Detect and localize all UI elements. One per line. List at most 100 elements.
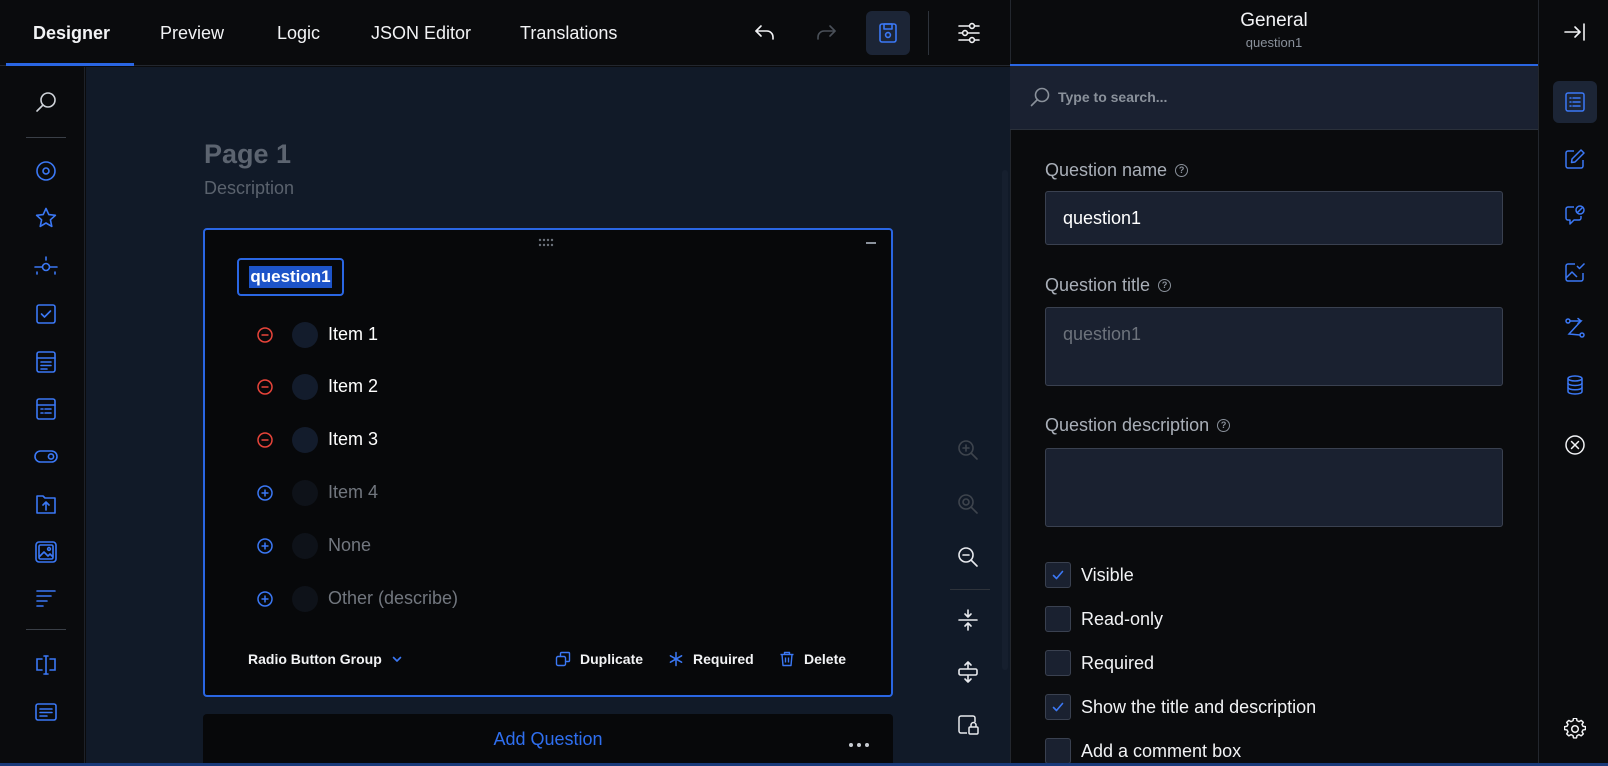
zoom-out-icon <box>958 547 978 567</box>
choice-label[interactable]: Item 1 <box>328 324 378 345</box>
question-title-field[interactable] <box>1045 307 1503 386</box>
settings-sliders-icon <box>958 22 980 44</box>
zoom-reset-icon <box>958 494 978 514</box>
toolbox-item-dropdown[interactable] <box>28 344 64 380</box>
choice-label-placeholder[interactable]: Item 4 <box>328 482 378 503</box>
checkbox-label: Show the title and description <box>1081 696 1317 717</box>
collapse-panel-button[interactable] <box>1553 11 1597 53</box>
required-button[interactable]: Required <box>668 648 754 670</box>
remove-choice-button[interactable] <box>256 431 274 449</box>
tab-choices[interactable] <box>1553 138 1597 180</box>
zoom-reset-button[interactable] <box>952 488 984 520</box>
expand-all-button[interactable] <box>952 656 984 688</box>
tab-validation[interactable] <box>1553 251 1597 293</box>
comment-conditions-icon <box>1565 205 1585 225</box>
choice-label[interactable]: Item 3 <box>328 429 378 450</box>
required-label: Required <box>693 651 754 667</box>
tab-preview[interactable]: Preview <box>160 0 224 66</box>
choice-radio <box>292 586 318 612</box>
duplicate-label: Duplicate <box>580 651 644 667</box>
tab-translations[interactable]: Translations <box>520 0 617 66</box>
toolbox-item-checkboxes[interactable] <box>28 296 64 332</box>
toolbox-item-image-picker[interactable] <box>28 534 64 570</box>
tab-clear[interactable] <box>1553 424 1597 466</box>
show-title-checkbox[interactable]: Show the title and description <box>1045 694 1316 720</box>
lock-question-button[interactable] <box>952 709 984 741</box>
zoom-in-button[interactable] <box>952 434 984 466</box>
choice-label[interactable]: Item 2 <box>328 376 378 397</box>
tab-general[interactable] <box>1553 81 1597 123</box>
toolbox-item-comment[interactable] <box>28 694 64 730</box>
tab-logic[interactable] <box>1553 307 1597 349</box>
slider-icon <box>34 256 58 275</box>
collapse-all-button[interactable] <box>952 604 984 636</box>
property-search-input[interactable] <box>1058 82 1508 112</box>
toolbox <box>6 67 85 766</box>
search-icon <box>1029 86 1051 108</box>
active-tab-indicator <box>6 63 134 66</box>
duplicate-button[interactable]: Duplicate <box>555 648 643 670</box>
delete-label: Delete <box>804 651 847 667</box>
settings-gear-button[interactable] <box>1553 708 1597 750</box>
help-icon[interactable]: ? <box>1158 279 1172 292</box>
toolbox-item-ranking[interactable] <box>28 581 64 617</box>
visible-checkbox[interactable]: Visible <box>1045 562 1134 588</box>
help-icon[interactable]: ? <box>1217 419 1231 432</box>
tab-json-editor[interactable]: JSON Editor <box>371 0 471 66</box>
question-description-field[interactable] <box>1045 448 1503 527</box>
add-choice-button[interactable] <box>256 537 274 555</box>
delete-button[interactable]: Delete <box>779 648 846 670</box>
toolbox-item-multi-select[interactable] <box>28 391 64 427</box>
add-choice-button[interactable] <box>256 484 274 502</box>
zoom-out-button[interactable] <box>952 541 984 573</box>
choice-label-placeholder[interactable]: Other (describe) <box>328 588 458 609</box>
required-checkbox[interactable]: Required <box>1045 650 1154 676</box>
tab-logic[interactable]: Logic <box>277 0 320 66</box>
question-card[interactable] <box>203 228 893 697</box>
dropdown-list-icon <box>36 351 56 373</box>
tab-designer[interactable]: Designer <box>33 0 110 66</box>
toolbox-item-rating[interactable] <box>28 200 64 236</box>
page-title[interactable]: Page 1 <box>204 139 291 170</box>
single-line-input-icon <box>36 655 56 675</box>
page-description[interactable]: Description <box>204 178 294 199</box>
remove-choice-button[interactable] <box>256 326 274 344</box>
more-options-button[interactable] <box>848 742 870 748</box>
question-name-field[interactable] <box>1045 191 1503 245</box>
radio-group-icon <box>36 161 56 181</box>
remove-choice-button[interactable] <box>256 378 274 396</box>
ranking-icon <box>36 590 56 607</box>
canvas-scrollbar[interactable] <box>1002 170 1008 670</box>
toolbox-item-radio-group[interactable] <box>28 153 64 189</box>
redo-button[interactable] <box>804 11 848 55</box>
comment-long-text-icon <box>35 703 57 721</box>
question-type-dropdown[interactable]: Radio Button Group <box>248 648 403 670</box>
read-only-checkbox[interactable]: Read-only <box>1045 606 1163 632</box>
search-icon <box>36 92 56 112</box>
question-title-editor[interactable]: question1 <box>237 258 344 296</box>
save-button[interactable] <box>866 11 910 55</box>
toolbox-search-button[interactable] <box>28 84 64 120</box>
help-icon[interactable]: ? <box>1175 164 1189 177</box>
add-question-button[interactable]: Add Question <box>203 729 893 750</box>
tab-data[interactable] <box>1553 364 1597 406</box>
question-title-label-text: Question title <box>1045 275 1151 295</box>
choice-label-placeholder[interactable]: None <box>328 535 371 556</box>
undo-icon <box>755 25 774 40</box>
tab-conditions[interactable] <box>1553 194 1597 236</box>
toolbox-item-slider[interactable] <box>28 248 64 284</box>
collapse-question-button[interactable] <box>866 242 876 244</box>
collapse-right-icon <box>1564 23 1585 41</box>
add-choice-button[interactable] <box>256 590 274 608</box>
question-type-label: Radio Button Group <box>248 651 382 667</box>
close-circle-icon <box>1565 435 1585 455</box>
settings-button[interactable] <box>947 11 991 55</box>
toolbox-divider <box>26 137 66 138</box>
toolbox-item-file-upload[interactable] <box>28 486 64 522</box>
undo-button[interactable] <box>743 11 787 55</box>
toolbox-item-boolean[interactable] <box>28 438 64 474</box>
toolbox-item-single-input[interactable] <box>28 647 64 683</box>
expand-arrows-icon <box>958 661 978 683</box>
comment-box-checkbox[interactable]: Add a comment box <box>1045 738 1241 764</box>
drag-handle[interactable] <box>538 238 554 247</box>
